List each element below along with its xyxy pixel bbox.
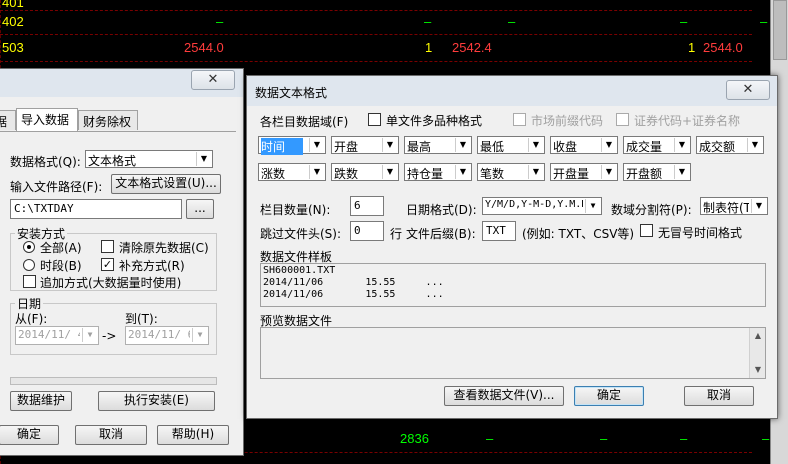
skip-header-label: 跳过文件头(S): <box>260 227 342 241</box>
chevron-down-icon: ▼ <box>601 165 616 179</box>
chevron-down-icon: ▼ <box>455 138 470 152</box>
radio-period[interactable] <box>23 259 35 271</box>
input-path-field[interactable]: C:\TXTDAY <box>10 199 182 219</box>
clear-original-checkbox[interactable] <box>101 240 114 253</box>
install-mode-group: 安装方式 全部(A) 清除原先数据(C) 时段(B) ✓ 补充方式(R) 追加方… <box>10 225 217 291</box>
field-select-6[interactable]: 成交量 ▼ <box>623 136 691 154</box>
table-row: 503 2544.0 1 2542.4 1 2544.0 <box>2 40 743 55</box>
import-ok-button[interactable]: 确定 <box>0 425 59 445</box>
table-row: 402 – – – – – <box>2 14 768 29</box>
import-cancel-button[interactable]: 取消 <box>75 425 147 445</box>
close-icon: ✕ <box>742 82 754 97</box>
supplement-mode-checkbox[interactable]: ✓ <box>101 258 114 271</box>
chevron-down-icon: ▼ <box>192 328 207 342</box>
to-label: 到(T): <box>125 312 158 326</box>
field-select-12[interactable]: 开盘量 ▼ <box>550 163 618 181</box>
chevron-down-icon: ▼ <box>751 199 766 213</box>
chevron-up-icon[interactable]: ▲ <box>750 328 766 344</box>
tab-strip: 据 导入数据 财务除权 <box>0 108 236 132</box>
chevron-down-icon: ▼ <box>585 199 600 213</box>
text-format-settings-button[interactable]: 文本格式设置(U)... <box>111 174 221 194</box>
security-code-name-checkbox[interactable] <box>616 113 629 126</box>
skip-header-field[interactable]: 0 <box>350 221 384 241</box>
close-icon: ✕ <box>207 72 219 87</box>
date-format-select[interactable]: Y/M/D,Y-M-D,Y.M.D ▼ <box>482 197 602 215</box>
to-date-picker[interactable]: 2014/11/ 6 ▼ <box>125 326 209 345</box>
file-ext-field[interactable]: TXT <box>482 221 516 241</box>
chevron-down-icon: ▼ <box>82 328 97 342</box>
format-dialog-close-button[interactable]: ✕ <box>726 80 770 100</box>
chevron-down-icon: ▼ <box>382 138 397 152</box>
field-select-5[interactable]: 收盘 ▼ <box>550 136 618 154</box>
field-separator-select[interactable]: 制表符(TAB)▼ <box>700 197 768 215</box>
data-format-label: 数据格式(Q): <box>10 155 81 169</box>
field-select-8[interactable]: 涨数 ▼ <box>258 163 326 181</box>
field-select-10[interactable]: 持仓量 ▼ <box>404 163 472 181</box>
radio-all[interactable] <box>23 241 35 253</box>
field-area-label: 各栏目数据域(F) <box>260 115 349 129</box>
single-file-multi-checkbox[interactable] <box>368 113 381 126</box>
tab-import-data[interactable]: 导入数据 <box>16 108 78 131</box>
format-cancel-button[interactable]: 取消 <box>684 386 754 406</box>
import-dialog-close-button[interactable]: ✕ <box>191 70 235 90</box>
date-format-label: 日期格式(D): <box>406 203 477 217</box>
date-group: 日期 从(F): 到(T): 2014/11/ 4 ▼ -> 2014/11/ … <box>10 295 217 355</box>
no-colon-time-checkbox[interactable] <box>640 224 653 237</box>
field-select-13[interactable]: 开盘额 ▼ <box>623 163 691 181</box>
chevron-down-icon: ▼ <box>674 138 689 152</box>
preview-scrollbar[interactable]: ▲ ▼ <box>749 328 765 378</box>
chevron-down-icon: ▼ <box>382 165 397 179</box>
tab-financial-adjust[interactable]: 财务除权 <box>78 110 138 130</box>
stock-code: 503 <box>2 40 24 55</box>
view-data-file-button[interactable]: 查看数据文件(V)... <box>444 386 564 406</box>
chevron-down-icon: ▼ <box>528 165 543 179</box>
input-path-label: 输入文件路径(F): <box>10 180 103 194</box>
data-text-format-dialog: 数据文本格式 ✕ 各栏目数据域(F) 单文件多品种格式 市场前缀代码 证券代码+… <box>246 75 778 419</box>
stock-code: 402 <box>2 14 24 29</box>
data-format-select[interactable]: 文本格式 ▼ <box>85 150 213 168</box>
from-label: 从(F): <box>15 312 48 326</box>
data-maintain-button[interactable]: 数据维护 <box>10 391 72 411</box>
field-select-4[interactable]: 最低 ▼ <box>477 136 545 154</box>
chevron-down-icon: ▼ <box>747 138 762 152</box>
from-date-picker[interactable]: 2014/11/ 4 ▼ <box>15 326 99 345</box>
import-data-dialog: ✕ 据 导入数据 财务除权 数据格式(Q): 文本格式 ▼ 输入文件路径(F):… <box>0 68 244 456</box>
market-prefix-checkbox[interactable] <box>513 113 526 126</box>
execute-install-button[interactable]: 执行安装(E) <box>98 391 215 411</box>
preview-textarea[interactable]: ▲ ▼ <box>260 327 766 379</box>
field-select-3[interactable]: 最高 ▼ <box>404 136 472 154</box>
chevron-down-icon: ▼ <box>455 165 470 179</box>
chevron-down-icon: ▼ <box>528 138 543 152</box>
field-select-2[interactable]: 开盘 ▼ <box>331 136 399 154</box>
progress-bar <box>10 377 217 385</box>
chevron-down-icon: ▼ <box>601 138 616 152</box>
chevron-down-icon[interactable]: ▼ <box>750 362 766 378</box>
field-select-1[interactable]: 时间 ▼ <box>258 136 326 155</box>
chevron-down-icon: ▼ <box>674 165 689 179</box>
column-count-field[interactable]: 6 <box>350 196 384 216</box>
file-ext-label: 文件后缀(B): <box>406 227 476 241</box>
field-select-9[interactable]: 跌数 ▼ <box>331 163 399 181</box>
format-ok-button[interactable]: 确定 <box>574 386 644 406</box>
chevron-down-icon: ▼ <box>309 138 324 152</box>
tab-data[interactable]: 据 <box>0 110 16 130</box>
field-separator-label: 数域分割符(P): <box>611 203 692 217</box>
import-help-button[interactable]: 帮助(H) <box>157 425 229 445</box>
column-count-label: 栏目数量(N): <box>260 203 331 217</box>
chevron-down-icon: ▼ <box>309 165 324 179</box>
check-icon: ✓ <box>102 258 113 271</box>
chevron-down-icon: ▼ <box>196 152 211 166</box>
append-mode-checkbox[interactable] <box>23 275 36 288</box>
stock-code: 401 <box>2 0 24 10</box>
dialog-title: 数据文本格式 <box>255 86 328 100</box>
sample-textarea[interactable]: SH600001.TXT 2014/11/06 15.55 ... 2014/1… <box>260 263 766 307</box>
browse-button[interactable]: ... <box>186 199 214 219</box>
field-select-11[interactable]: 笔数 ▼ <box>477 163 545 181</box>
field-select-7[interactable]: 成交额 ▼ <box>696 136 764 154</box>
bottom-value: 2836 <box>400 431 429 446</box>
